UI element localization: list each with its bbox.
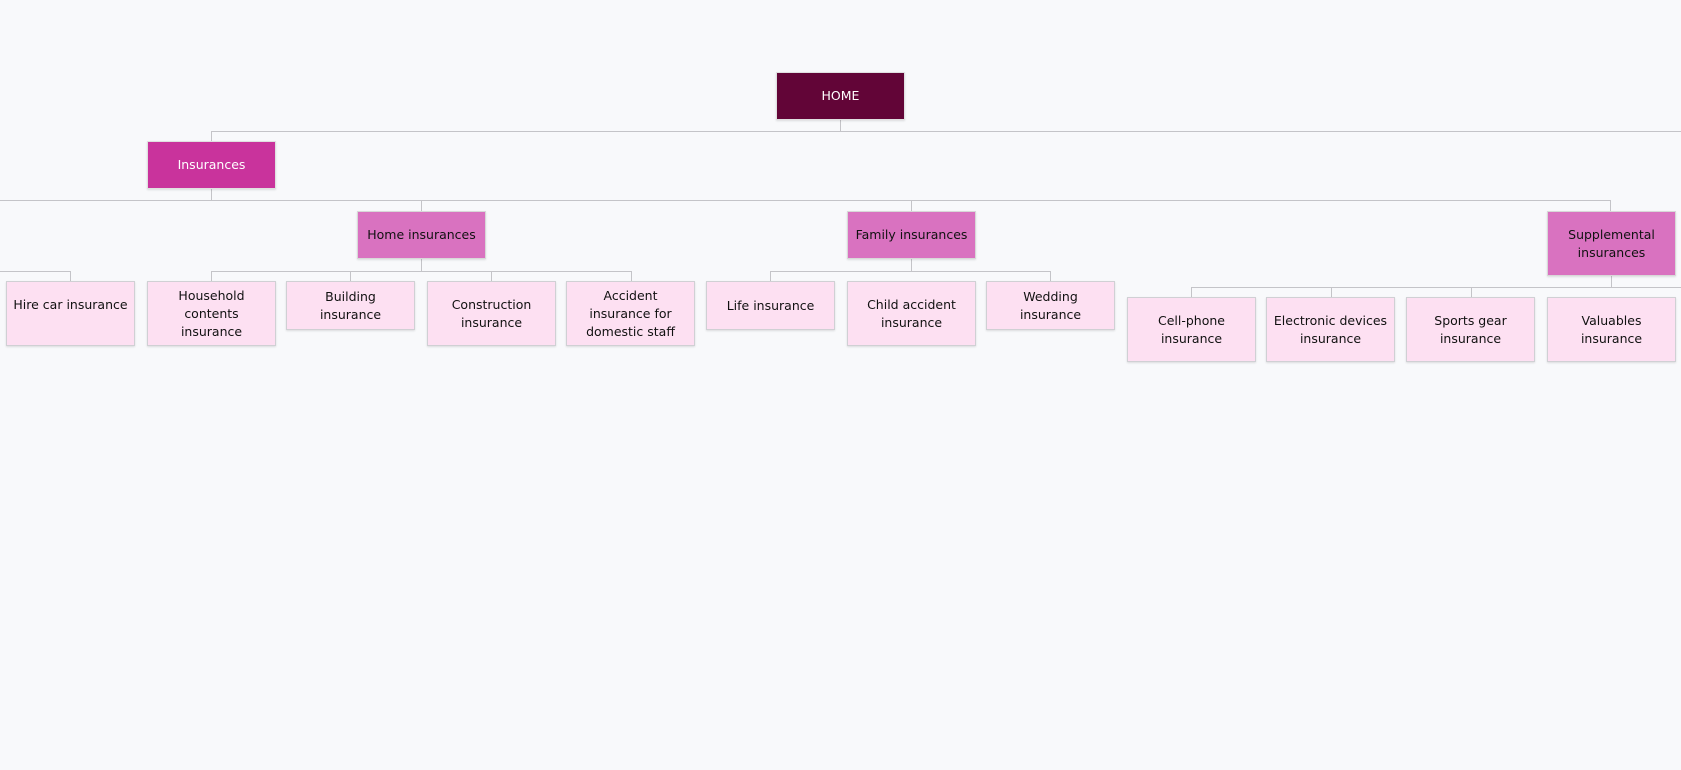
connector — [211, 189, 212, 200]
node-cell-phone-insurance[interactable]: Cell-phone insurance — [1127, 297, 1256, 362]
node-household-contents-insurance[interactable]: Household contents insurance — [147, 281, 276, 346]
node-family-insurances[interactable]: Family insurances — [847, 211, 976, 259]
node-home-insurances[interactable]: Home insurances — [357, 211, 486, 259]
connector — [0, 200, 1611, 201]
connector — [211, 131, 1681, 132]
connector — [770, 271, 1051, 272]
connector — [631, 271, 632, 281]
connector — [1610, 200, 1611, 211]
connector — [1331, 287, 1332, 297]
node-construction-insurance[interactable]: Construction insurance — [427, 281, 556, 346]
node-child-accident-insurance[interactable]: Child accident insurance — [847, 281, 976, 346]
connector — [911, 259, 912, 271]
connector — [421, 259, 422, 271]
connector — [0, 271, 71, 272]
node-insurances[interactable]: Insurances — [147, 141, 276, 189]
connector — [1471, 287, 1472, 297]
node-electronic-devices-insurance[interactable]: Electronic devices insurance — [1266, 297, 1395, 362]
connector — [350, 271, 351, 281]
connector — [1611, 276, 1612, 287]
connector — [1050, 271, 1051, 281]
node-hire-car-insurance[interactable]: Hire car insurance — [6, 281, 135, 346]
node-wedding-insurance[interactable]: Wedding insurance — [986, 281, 1115, 330]
connector — [211, 131, 212, 141]
node-accident-insurance-domestic-staff[interactable]: Accident insurance for domestic staff — [566, 281, 695, 346]
connector — [491, 271, 492, 281]
node-sports-gear-insurance[interactable]: Sports gear insurance — [1406, 297, 1535, 362]
connector — [840, 120, 841, 131]
connector — [911, 200, 912, 211]
connector — [1191, 287, 1681, 288]
connector — [70, 271, 71, 281]
node-home[interactable]: HOME — [776, 72, 905, 120]
node-valuables-insurance[interactable]: Valuables insurance — [1547, 297, 1676, 362]
connector — [770, 271, 771, 281]
node-life-insurance[interactable]: Life insurance — [706, 281, 835, 330]
connector — [211, 271, 632, 272]
connector — [211, 271, 212, 281]
node-supplemental-insurances[interactable]: Supplemental insurances — [1547, 211, 1676, 276]
node-building-insurance[interactable]: Building insurance — [286, 281, 415, 330]
connector — [1191, 287, 1192, 297]
connector — [421, 200, 422, 211]
